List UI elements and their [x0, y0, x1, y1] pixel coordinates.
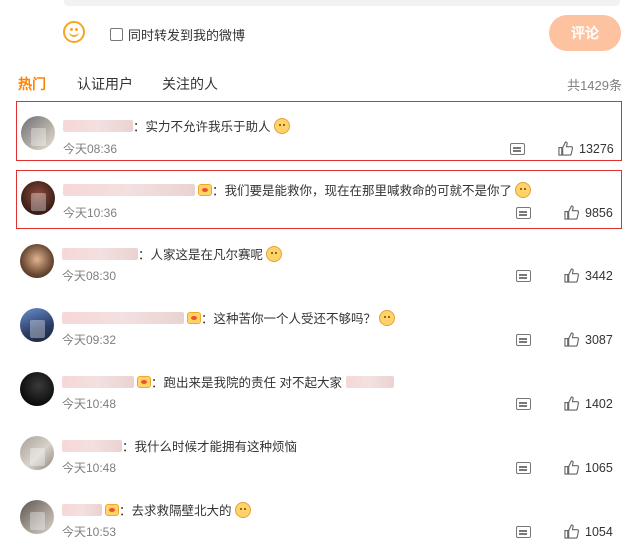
comment-time: 今天10:48 [62, 397, 117, 411]
doge-icon [379, 309, 396, 326]
comment-item: ：我们要是能救你，现在在那里喊救命的可就不是你了 今天10:36 9856 [16, 170, 622, 229]
username-redacted[interactable] [62, 439, 122, 452]
comment-time: 今天09:32 [62, 333, 117, 347]
comment-text: ：我们要是能救你，现在在那里喊救命的可就不是你了 [212, 184, 513, 198]
comment-line: ：人家这是在凡尔赛呢 [62, 244, 283, 263]
thumbs-up-icon [558, 141, 573, 156]
repost-checkbox[interactable] [110, 28, 123, 41]
like-button[interactable]: 3442 [564, 268, 613, 283]
thumbs-up-icon [564, 460, 579, 475]
repost-option[interactable]: 同时转发到我的微博 [110, 25, 245, 44]
comment-item: ：实力不允许我乐于助人 今天08:36 13276 [16, 101, 622, 161]
doge-icon [273, 117, 290, 134]
reply-icon[interactable] [516, 462, 531, 474]
username-redacted[interactable] [62, 503, 102, 516]
comment-text: ：跑出来是我院的责任 对不起大家 [151, 376, 342, 390]
tab-following[interactable]: 关注的人 [162, 74, 218, 94]
avatar[interactable] [20, 500, 54, 534]
comment-time: 今天10:53 [62, 525, 117, 539]
comment-total: 共1429条 [567, 78, 622, 93]
like-count: 3442 [585, 268, 613, 283]
fan-badge-icon [105, 503, 119, 516]
fan-badge-icon [187, 311, 201, 324]
comment-item: ：去求救隔壁北大的 今天10:53 1054 [16, 492, 622, 552]
comment-item: ：这种苦你一个人受还不够吗？ 今天09:32 3087 [16, 300, 622, 360]
avatar[interactable] [21, 116, 55, 150]
like-count: 9856 [585, 205, 613, 220]
comment-line: ：我什么时候才能拥有这种烦恼 [62, 436, 297, 455]
fan-badge-icon [198, 183, 212, 196]
reply-icon[interactable] [516, 526, 531, 538]
comment-filter-tabs: 热门 认证用户 关注的人 共1429条 [18, 74, 622, 94]
like-count: 3087 [585, 332, 613, 347]
tab-verified-users[interactable]: 认证用户 [77, 74, 133, 94]
like-button[interactable]: 1054 [564, 524, 613, 539]
avatar[interactable] [20, 308, 54, 342]
repost-label: 同时转发到我的微博 [128, 28, 246, 43]
comment-time: 今天08:36 [63, 142, 118, 156]
fan-badge-icon [137, 375, 151, 388]
comment-line: ：这种苦你一个人受还不够吗？ [62, 308, 396, 327]
like-button[interactable]: 1402 [564, 396, 613, 411]
smile-icon [266, 245, 283, 262]
comment-text: ：实力不允许我乐于助人 [133, 120, 271, 134]
like-count: 13276 [579, 141, 614, 156]
comment-line: ：去求救隔壁北大的 [62, 500, 251, 519]
comment-line: ：实力不允许我乐于助人 [63, 116, 290, 135]
like-count: 1402 [585, 396, 613, 411]
comment-item: ：人家这是在凡尔赛呢 今天08:30 3442 [16, 236, 622, 296]
like-button[interactable]: 3087 [564, 332, 613, 347]
comment-text: ：去求救隔壁北大的 [119, 504, 232, 518]
reply-icon[interactable] [516, 270, 531, 282]
like-button[interactable]: 1065 [564, 460, 613, 475]
comment-item: ：跑出来是我院的责任 对不起大家 今天10:48 1402 [16, 364, 622, 424]
doge-icon [234, 501, 251, 518]
username-redacted[interactable] [63, 119, 133, 132]
comment-time: 今天08:30 [62, 269, 117, 283]
comment-time: 今天10:48 [62, 461, 117, 475]
reply-icon[interactable] [510, 143, 525, 155]
username-redacted[interactable] [62, 311, 184, 324]
thumbs-up-icon [564, 396, 579, 411]
username-redacted[interactable] [63, 183, 195, 196]
thumbs-up-icon [564, 524, 579, 539]
reply-icon[interactable] [516, 334, 531, 346]
like-button[interactable]: 13276 [558, 141, 614, 156]
like-count: 1065 [585, 460, 613, 475]
text-redacted [345, 375, 394, 388]
smile-icon[interactable] [63, 21, 85, 43]
tab-hot[interactable]: 热门 [18, 74, 46, 94]
comment-line: ：我们要是能救你，现在在那里喊救命的可就不是你了 [63, 180, 532, 199]
avatar[interactable] [21, 181, 55, 215]
like-button[interactable]: 9856 [564, 205, 613, 220]
avatar[interactable] [20, 244, 54, 278]
comment-input-bottom-edge[interactable] [64, 0, 620, 6]
comment-time: 今天10:36 [63, 206, 118, 220]
submit-comment-button[interactable]: 评论 [549, 15, 621, 51]
like-count: 1054 [585, 524, 613, 539]
thumbs-up-icon [564, 268, 579, 283]
username-redacted[interactable] [62, 247, 138, 260]
composer-toolbar: 同时转发到我的微博 评论 [0, 14, 640, 54]
avatar[interactable] [20, 436, 54, 470]
username-redacted[interactable] [62, 375, 134, 388]
doge-icon [515, 181, 532, 198]
comment-item: ：我什么时候才能拥有这种烦恼 今天10:48 1065 [16, 428, 622, 488]
comment-line: ：跑出来是我院的责任 对不起大家 [62, 372, 394, 391]
reply-icon[interactable] [516, 207, 531, 219]
comment-text: ：这种苦你一个人受还不够吗？ [201, 312, 377, 326]
thumbs-up-icon [564, 205, 579, 220]
reply-icon[interactable] [516, 398, 531, 410]
thumbs-up-icon [564, 332, 579, 347]
avatar[interactable] [20, 372, 54, 406]
comment-text: ：我什么时候才能拥有这种烦恼 [122, 440, 298, 454]
comment-text: ：人家这是在凡尔赛呢 [138, 248, 264, 262]
